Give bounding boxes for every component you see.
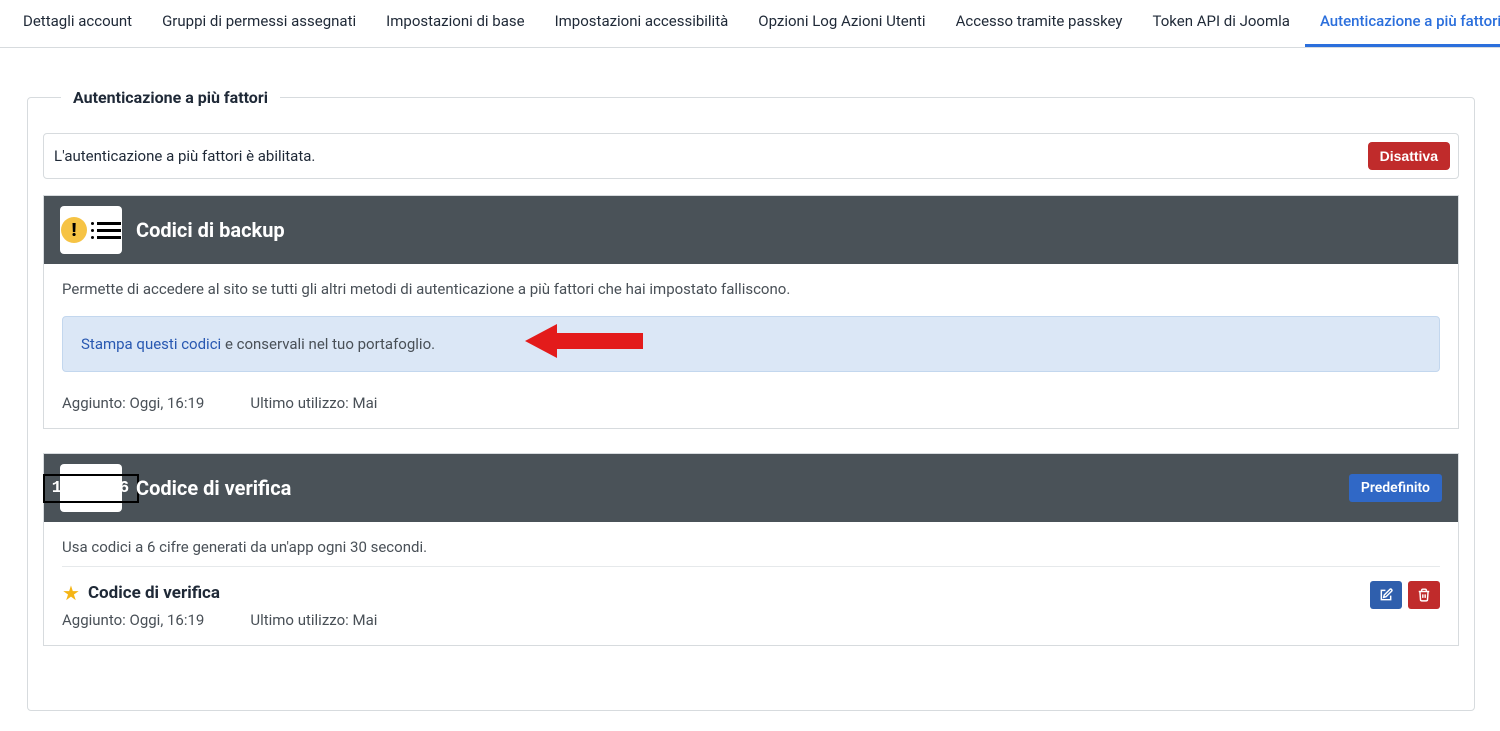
backup-codes-icon: ! — [60, 206, 122, 254]
verify-item-row: ★ Codice di verifica Aggiunto: Oggi, 16:… — [62, 581, 1440, 629]
tab-mfa[interactable]: Autenticazione a più fattori — [1305, 0, 1500, 47]
print-codes-rest: e conservali nel tuo portafoglio. — [221, 335, 435, 353]
tab-joomla-api-token[interactable]: Token API di Joomla — [1138, 0, 1305, 47]
edit-button[interactable] — [1370, 581, 1402, 609]
tab-account-details[interactable]: Dettagli account — [8, 0, 147, 47]
content-area: Autenticazione a più fattori L'autentica… — [0, 48, 1500, 731]
trash-icon — [1417, 588, 1431, 602]
default-badge: Predefinito — [1349, 474, 1442, 502]
mfa-status-bar: L'autenticazione a più fattori è abilita… — [43, 133, 1459, 179]
tab-basic-settings[interactable]: Impostazioni di base — [371, 0, 539, 47]
backup-description: Permette di accedere al sito se tutti gl… — [62, 280, 1440, 298]
otp-icon: 123 456 — [60, 464, 122, 512]
verify-added: Aggiunto: Oggi, 16:19 — [62, 611, 204, 629]
edit-icon — [1379, 588, 1393, 602]
verify-card-title: Codice di verifica — [136, 476, 1335, 500]
mfa-status-text: L'autenticazione a più fattori è abilita… — [54, 147, 315, 165]
backup-lastused: Ultimo utilizzo: Mai — [250, 394, 377, 412]
print-codes-alert: Stampa questi codici e conservali nel tu… — [62, 316, 1440, 372]
verify-actions — [1370, 581, 1440, 609]
verify-card-body: Usa codici a 6 cifre generati da un'app … — [44, 522, 1458, 645]
verify-description: Usa codici a 6 cifre generati da un'app … — [62, 538, 1440, 556]
delete-button[interactable] — [1408, 581, 1440, 609]
tabs-bar: Dettagli account Gruppi di permessi asse… — [0, 0, 1500, 48]
print-codes-link[interactable]: Stampa questi codici — [81, 335, 221, 353]
mfa-panel: Autenticazione a più fattori L'autentica… — [27, 88, 1475, 711]
tab-user-actions-log[interactable]: Opzioni Log Azioni Utenti — [743, 0, 940, 47]
verify-code-card: 123 456 Codice di verifica Predefinito U… — [43, 453, 1459, 646]
tab-permission-groups[interactable]: Gruppi di permessi assegnati — [147, 0, 371, 47]
backup-card-body: Permette di accedere al sito se tutti gl… — [44, 264, 1458, 428]
backup-card-header: ! Codici di backup — [44, 196, 1458, 264]
verify-meta: Aggiunto: Oggi, 16:19 Ultimo utilizzo: M… — [62, 611, 377, 629]
verify-card-header: 123 456 Codice di verifica Predefinito — [44, 454, 1458, 522]
verify-item-name: Codice di verifica — [88, 583, 220, 603]
disable-mfa-button[interactable]: Disattiva — [1368, 142, 1450, 170]
divider — [62, 566, 1440, 567]
backup-added: Aggiunto: Oggi, 16:19 — [62, 394, 204, 412]
verify-lastused: Ultimo utilizzo: Mai — [250, 611, 377, 629]
star-icon: ★ — [62, 581, 80, 605]
verify-item-title: ★ Codice di verifica — [62, 581, 377, 605]
tab-passkey-access[interactable]: Accesso tramite passkey — [941, 0, 1138, 47]
annotation-arrow-icon — [525, 320, 643, 362]
backup-codes-card: ! Codici di backup Permette di accedere … — [43, 195, 1459, 429]
panel-legend: Autenticazione a più fattori — [61, 88, 280, 107]
backup-meta: Aggiunto: Oggi, 16:19 Ultimo utilizzo: M… — [62, 394, 1440, 412]
tab-accessibility-settings[interactable]: Impostazioni accessibilità — [540, 0, 744, 47]
backup-card-title: Codici di backup — [136, 218, 1442, 242]
